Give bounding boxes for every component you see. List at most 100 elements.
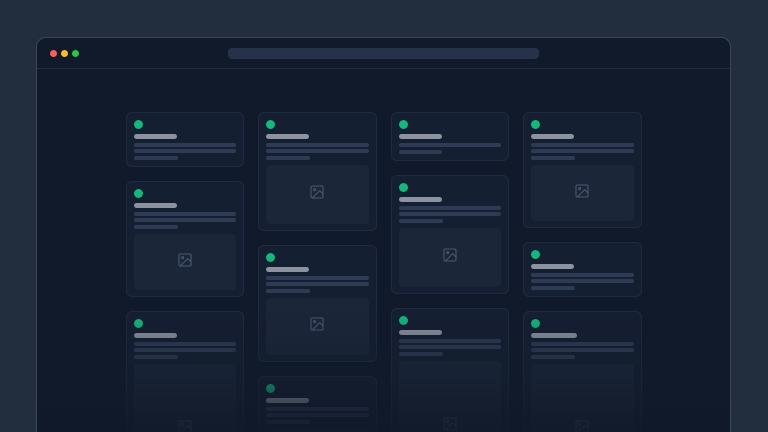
- traffic-lights: [50, 50, 79, 57]
- grid-column-3: [391, 112, 510, 432]
- status-dot: [399, 183, 408, 192]
- skeleton-title: [399, 197, 442, 202]
- skeleton-line: [399, 143, 502, 147]
- status-dot: [531, 319, 540, 328]
- card[interactable]: [258, 376, 377, 432]
- card[interactable]: [523, 112, 642, 228]
- skeleton-title: [266, 398, 309, 403]
- skeleton-title: [531, 264, 574, 269]
- skeleton-line: [531, 286, 575, 290]
- close-button[interactable]: [50, 50, 57, 57]
- skeleton-line: [134, 342, 237, 346]
- card[interactable]: [523, 242, 642, 297]
- skeleton-line: [531, 355, 575, 359]
- skeleton-line: [531, 348, 634, 352]
- skeleton-line: [399, 345, 502, 349]
- status-dot: [266, 120, 275, 129]
- skeleton-line: [399, 206, 502, 210]
- card-grid: [126, 112, 642, 432]
- skeleton-line: [266, 413, 369, 417]
- status-dot: [134, 189, 143, 198]
- card[interactable]: [126, 112, 245, 167]
- skeleton-line: [266, 149, 369, 153]
- image-placeholder: [266, 298, 369, 355]
- skeleton-title: [399, 330, 442, 335]
- status-dot: [399, 120, 408, 129]
- image-icon: [442, 247, 458, 268]
- skeleton-line: [531, 279, 634, 283]
- card[interactable]: [126, 181, 245, 297]
- browser-window: [36, 37, 731, 432]
- skeleton-line: [399, 212, 502, 216]
- skeleton-line: [266, 289, 310, 293]
- image-placeholder: [134, 234, 237, 290]
- card[interactable]: [391, 175, 510, 294]
- status-dot: [531, 120, 540, 129]
- skeleton-title: [399, 134, 442, 139]
- image-icon: [574, 183, 590, 204]
- skeleton-line: [266, 156, 310, 160]
- skeleton-line: [134, 355, 178, 359]
- skeleton-line: [531, 342, 634, 346]
- page-content: [37, 112, 730, 432]
- status-dot: [399, 316, 408, 325]
- card[interactable]: [391, 112, 510, 161]
- skeleton-line: [134, 212, 237, 216]
- skeleton-title: [266, 267, 309, 272]
- skeleton-title: [531, 134, 574, 139]
- skeleton-line: [399, 339, 502, 343]
- skeleton-line: [134, 156, 178, 160]
- image-placeholder: [399, 361, 502, 432]
- image-icon: [574, 419, 590, 432]
- image-placeholder: [399, 228, 502, 287]
- image-icon: [442, 416, 458, 432]
- skeleton-title: [134, 134, 177, 139]
- skeleton-line: [266, 276, 369, 280]
- image-placeholder: [266, 165, 369, 224]
- image-icon: [177, 252, 193, 273]
- skeleton-title: [266, 134, 309, 139]
- grid-column-4: [523, 112, 642, 432]
- skeleton-title: [134, 203, 177, 208]
- status-dot: [531, 250, 540, 259]
- skeleton-line: [266, 143, 369, 147]
- image-placeholder: [531, 364, 634, 432]
- status-dot: [134, 319, 143, 328]
- skeleton-line: [399, 219, 443, 223]
- image-icon: [309, 184, 325, 205]
- skeleton-line: [399, 352, 443, 356]
- skeleton-line: [134, 143, 237, 147]
- skeleton-title: [531, 333, 577, 338]
- title-bar: [37, 38, 730, 69]
- maximize-button[interactable]: [72, 50, 79, 57]
- url-bar[interactable]: [228, 48, 539, 59]
- skeleton-line: [266, 420, 310, 424]
- skeleton-line: [134, 149, 237, 153]
- skeleton-line: [531, 149, 634, 153]
- skeleton-line: [531, 143, 634, 147]
- skeleton-line: [134, 225, 178, 229]
- status-dot: [134, 120, 143, 129]
- minimize-button[interactable]: [61, 50, 68, 57]
- skeleton-line: [266, 282, 369, 286]
- image-placeholder: [134, 364, 237, 432]
- image-placeholder: [531, 165, 634, 221]
- card[interactable]: [391, 308, 510, 432]
- grid-column-1: [126, 112, 245, 432]
- card[interactable]: [258, 245, 377, 362]
- image-icon: [177, 419, 193, 432]
- skeleton-line: [399, 150, 442, 154]
- card[interactable]: [258, 112, 377, 231]
- card[interactable]: [126, 311, 245, 432]
- card[interactable]: [523, 311, 642, 432]
- skeleton-line: [531, 156, 575, 160]
- grid-column-2: [258, 112, 377, 432]
- status-dot: [266, 253, 275, 262]
- skeleton-line: [134, 218, 237, 222]
- image-icon: [309, 316, 325, 337]
- skeleton-title: [134, 333, 177, 338]
- skeleton-line: [134, 348, 237, 352]
- skeleton-line: [266, 407, 369, 411]
- status-dot: [266, 384, 275, 393]
- skeleton-line: [531, 273, 634, 277]
